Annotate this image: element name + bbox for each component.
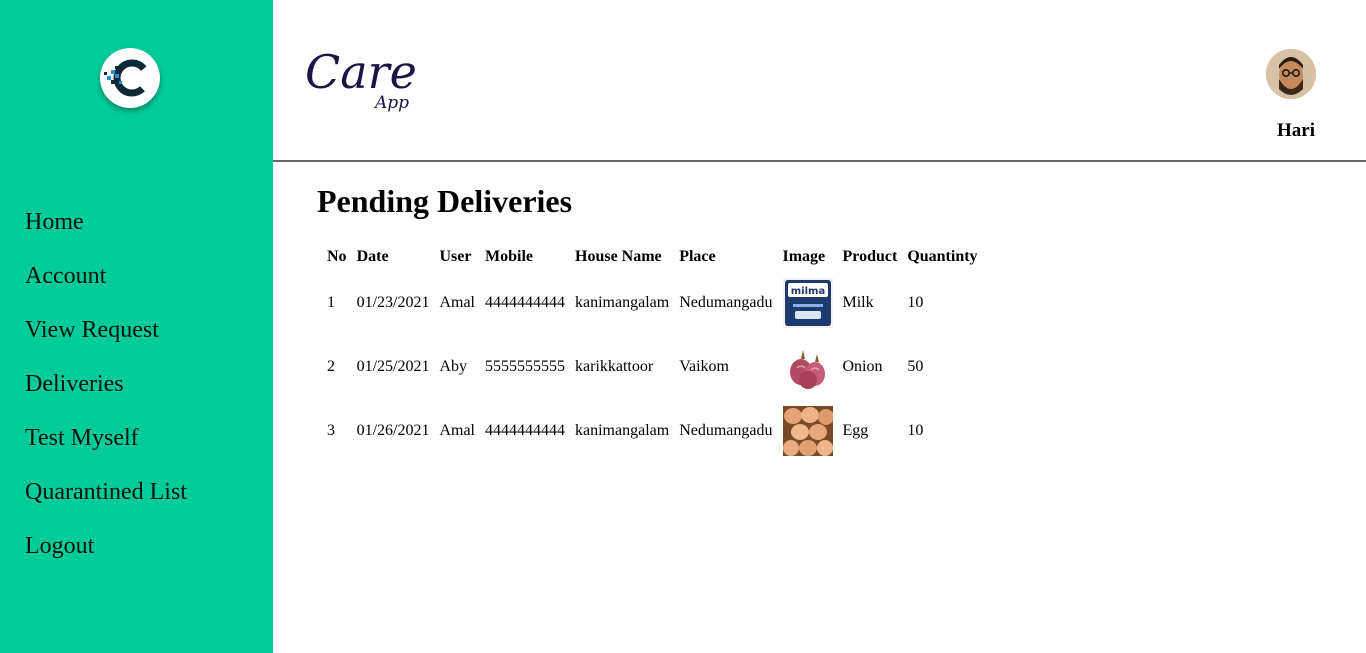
care-c-logo-icon[interactable] [100, 48, 160, 108]
milk-brand-label: milma [790, 286, 824, 297]
cell-product: Egg [842, 422, 869, 439]
column-header-house-name: House Name [575, 248, 662, 265]
column-header-quantity: Quantinty [907, 248, 978, 265]
table-row: 1 01/23/2021 Amal 4444444444 kanimangala… [322, 271, 983, 335]
column-header-user: User [439, 248, 472, 265]
column-header-date: Date [356, 248, 389, 265]
cell-date: 01/26/2021 [356, 422, 430, 439]
column-header-place: Place [679, 248, 716, 265]
main-content: Pending Deliveries No Date User Mobile H… [317, 180, 978, 456]
user-name: Hari [1277, 120, 1315, 141]
sidebar-item-view-request[interactable]: View Request [25, 313, 187, 367]
cell-no: 1 [327, 294, 335, 311]
care-app-logo[interactable]: Care App [303, 40, 433, 115]
cell-quantity: 50 [907, 358, 924, 375]
sidebar: Home Account View Request Deliveries Tes… [0, 0, 273, 653]
sidebar-item-home[interactable]: Home [25, 205, 187, 259]
user-avatar[interactable] [1266, 49, 1316, 99]
cell-user: Aby [439, 358, 468, 375]
table-row: 2 01/25/2021 Aby 5555555555 karikkattoor… [322, 335, 983, 399]
cell-quantity: 10 [907, 422, 924, 439]
cell-no: 2 [327, 358, 335, 375]
column-header-image: Image [782, 248, 826, 265]
cell-house-name: kanimangalam [575, 294, 670, 311]
cell-house-name: kanimangalam [575, 422, 670, 439]
cell-place: Vaikom [679, 358, 729, 375]
column-header-no: No [327, 248, 347, 265]
eggs-image [782, 406, 833, 456]
cell-mobile: 4444444444 [485, 294, 565, 311]
cell-place: Nedumangadu [679, 422, 773, 439]
milk-packet-image: milma [782, 278, 833, 328]
sidebar-item-logout[interactable]: Logout [25, 529, 187, 583]
table-row: 3 01/26/2021 Amal 4444444444 kanimangala… [322, 399, 983, 463]
brand-sub-text: App [373, 93, 409, 113]
cell-image: milma [778, 271, 838, 335]
cell-product: Onion [842, 358, 883, 375]
cell-date: 01/23/2021 [356, 294, 430, 311]
cell-quantity: 10 [907, 294, 924, 311]
onion-image [782, 342, 833, 392]
cell-house-name: karikkattoor [575, 358, 654, 375]
sidebar-nav: Home Account View Request Deliveries Tes… [25, 205, 187, 583]
cell-image [778, 399, 838, 463]
pending-deliveries-table: No Date User Mobile House Name Place Ima… [322, 243, 983, 463]
cell-date: 01/25/2021 [356, 358, 430, 375]
brand-main-text: Care [305, 45, 417, 99]
top-header: Care App Hari [273, 0, 1366, 162]
cell-user: Amal [439, 422, 475, 439]
sidebar-item-deliveries[interactable]: Deliveries [25, 367, 187, 421]
sidebar-item-quarantined-list[interactable]: Quarantined List [25, 475, 187, 529]
cell-mobile: 5555555555 [485, 358, 565, 375]
cell-image [778, 335, 838, 399]
cell-mobile: 4444444444 [485, 422, 565, 439]
sidebar-item-account[interactable]: Account [25, 259, 187, 313]
sidebar-item-test-myself[interactable]: Test Myself [25, 421, 187, 475]
page-title: Pending Deliveries [317, 183, 573, 219]
column-header-product: Product [842, 248, 898, 265]
cell-product: Milk [842, 294, 874, 311]
column-header-mobile: Mobile [485, 248, 533, 265]
table-header-row: No Date User Mobile House Name Place Ima… [322, 243, 983, 271]
cell-no: 3 [327, 422, 335, 439]
cell-user: Amal [439, 294, 475, 311]
cell-place: Nedumangadu [679, 294, 773, 311]
